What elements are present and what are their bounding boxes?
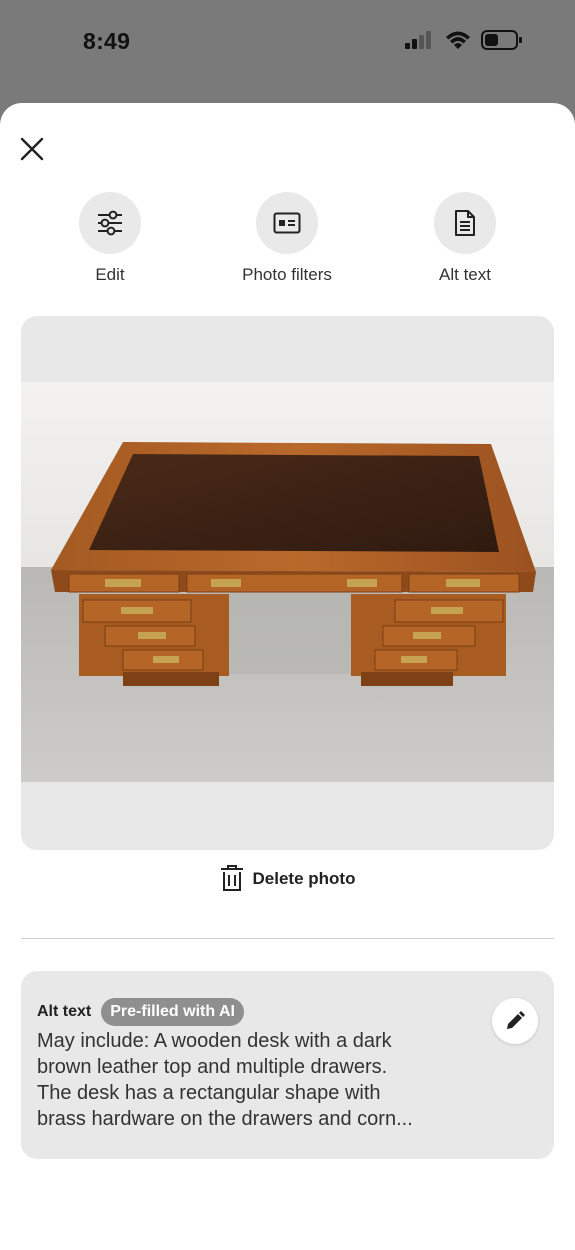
delete-photo-button[interactable]: Delete photo <box>0 865 575 892</box>
alt-text-line: brass hardware on the drawers and corn..… <box>37 1108 413 1130</box>
status-bar: 8:49 <box>0 0 575 104</box>
alt-text-action[interactable]: Alt text <box>385 192 545 285</box>
delete-photo-label: Delete photo <box>252 868 356 888</box>
battery-icon <box>481 30 522 50</box>
trash-icon <box>220 865 243 891</box>
close-icon <box>20 137 44 161</box>
alt-text-label: Alt text <box>439 265 491 284</box>
photo-preview <box>21 316 554 850</box>
alt-text-circle <box>434 192 496 254</box>
alt-text-line: The desk has a rectangular shape with <box>37 1082 381 1104</box>
edit-action[interactable]: Edit <box>30 192 190 285</box>
edit-label: Edit <box>95 265 125 284</box>
alt-text-line: brown leather top and multiple drawers. <box>37 1056 388 1078</box>
alt-text-title: Alt text <box>37 1003 92 1020</box>
ai-prefilled-badge: Pre-filled with AI <box>101 998 244 1026</box>
status-time: 8:49 <box>83 28 131 54</box>
close-button[interactable] <box>16 133 48 165</box>
photo-filters-action[interactable]: Photo filters <box>207 192 367 285</box>
photo-filters-circle <box>256 192 318 254</box>
document-icon <box>455 210 475 236</box>
alt-text-card[interactable]: Alt text Pre-filled with AI May include:… <box>21 971 554 1159</box>
pencil-icon <box>507 1011 525 1029</box>
edit-alt-text-button[interactable] <box>492 998 538 1044</box>
desk-photo <box>21 382 554 782</box>
status-icons <box>405 30 523 50</box>
photo-sheet: Edit Photo filters Alt text Delete photo… <box>0 103 575 1250</box>
edit-circle <box>79 192 141 254</box>
photo-filter-icon <box>273 212 301 234</box>
sliders-icon <box>98 210 122 236</box>
wifi-icon <box>446 31 470 49</box>
alt-text-description: May include: A wooden desk with a dark b… <box>37 1028 487 1132</box>
divider <box>21 938 554 939</box>
alt-text-header: Alt text Pre-filled with AI <box>37 998 244 1026</box>
alt-text-line: May include: A wooden desk with a dark <box>37 1030 392 1052</box>
photo-filters-label: Photo filters <box>242 265 332 284</box>
signal-icon <box>405 31 431 49</box>
